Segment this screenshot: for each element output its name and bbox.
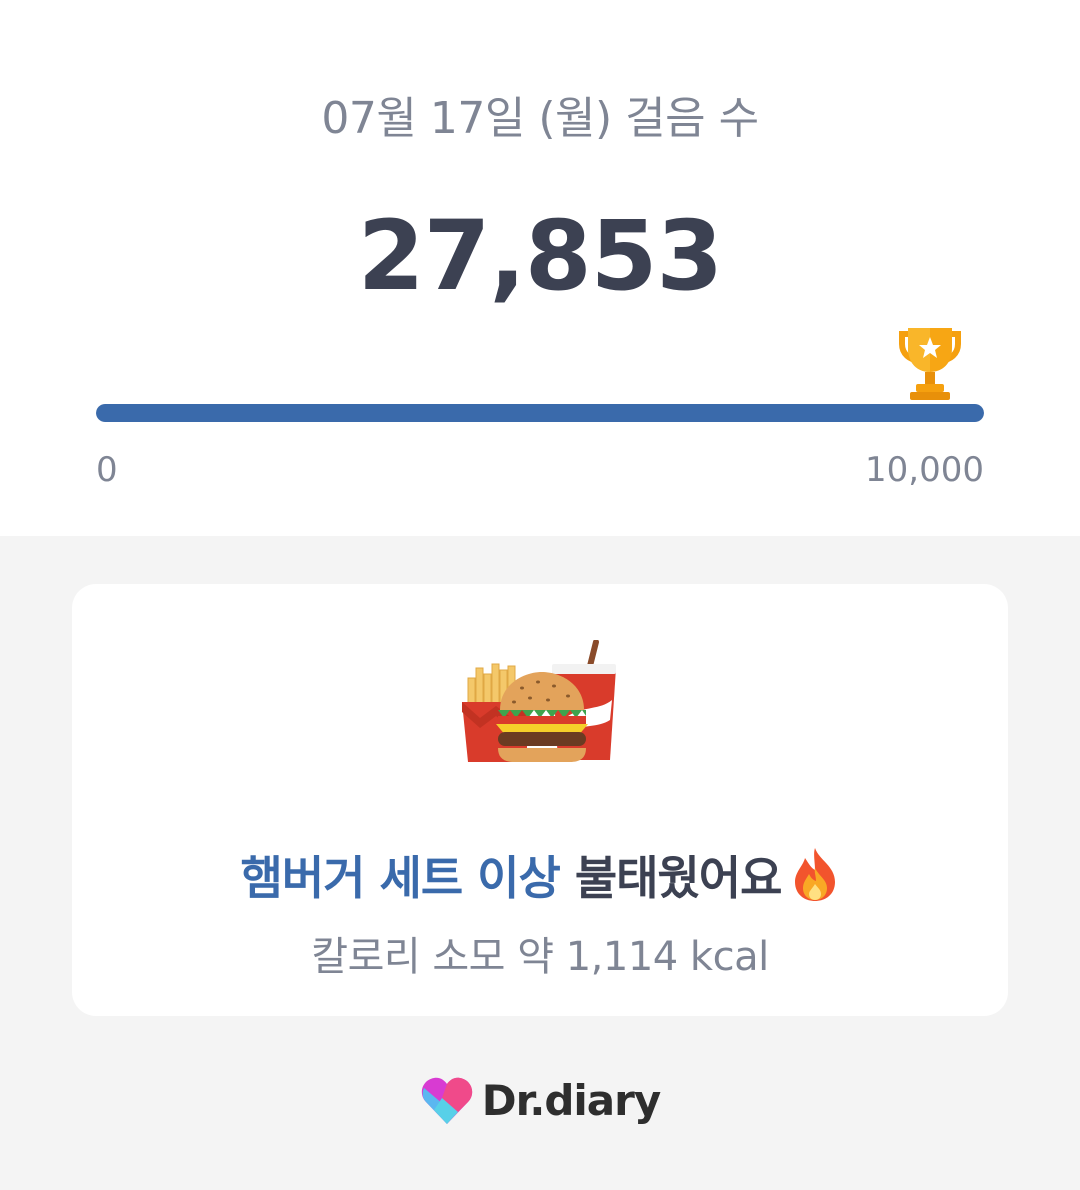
drdiary-logo bbox=[421, 1077, 472, 1124]
progress-min-label: 0 bbox=[96, 450, 118, 490]
date-title: 07월 17일 (월) 걸음 수 bbox=[321, 93, 759, 144]
headline-accent: 햄버거 세트 이상 bbox=[240, 851, 561, 905]
trophy-icon bbox=[899, 328, 961, 400]
progress-max-label: 10,000 bbox=[865, 450, 984, 490]
headline-rest: 불태웠어요 bbox=[559, 851, 783, 905]
brand-footer: Dr.diary bbox=[0, 1074, 1080, 1126]
fire-icon bbox=[795, 848, 836, 901]
step-progress-fill bbox=[96, 404, 984, 422]
calorie-card: 햄버거 세트 이상 불태웠어요 칼로리 소모 약 1,114 kcal bbox=[72, 584, 1008, 1016]
step-count: 27,853 bbox=[357, 200, 723, 312]
burger-set-icon bbox=[462, 640, 616, 762]
calorie-headline: 햄버거 세트 이상 불태웠어요 bbox=[72, 842, 1008, 908]
steps-summary: 07월 17일 (월) 걸음 수 27,853 0 10,000 bbox=[0, 0, 1080, 536]
calorie-burned-text: 칼로리 소모 약 1,114 kcal bbox=[311, 934, 769, 980]
step-progress-bar bbox=[96, 404, 984, 422]
brand-name: Dr.diary bbox=[481, 1075, 661, 1125]
